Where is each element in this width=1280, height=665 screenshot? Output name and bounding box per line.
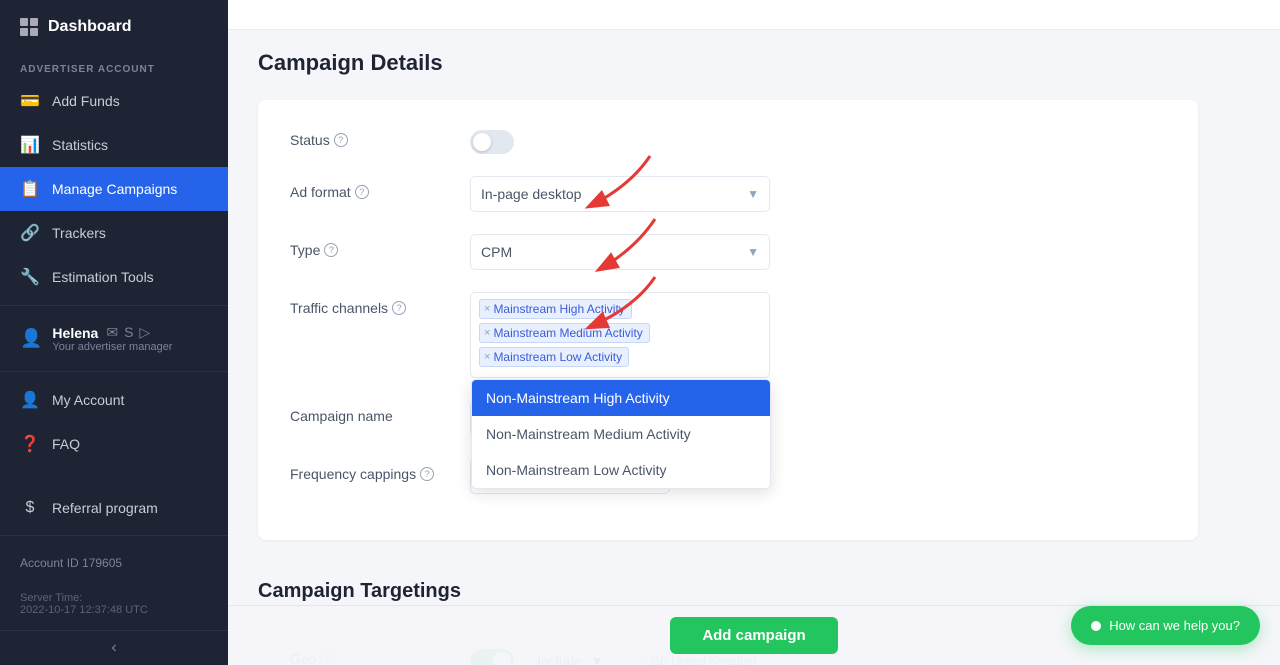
- sidebar-item-label: Manage Campaigns: [52, 181, 177, 197]
- server-time-label: Server Time: 2022-10-17 12:37:48 UTC: [0, 584, 228, 630]
- traffic-channels-control: × Mainstream High Activity × Mainstream …: [470, 292, 1166, 378]
- frequency-help-icon[interactable]: ?: [420, 467, 434, 481]
- traffic-tag-medium: × Mainstream Medium Activity: [479, 323, 650, 343]
- sidebar-item-my-account[interactable]: 👤 My Account: [0, 378, 228, 422]
- sidebar-item-label: Trackers: [52, 225, 106, 241]
- status-row: Status ?: [290, 124, 1166, 154]
- traffic-tags-list: × Mainstream High Activity × Mainstream …: [479, 299, 761, 367]
- sidebar-item-manage-campaigns[interactable]: 📋 Manage Campaigns: [0, 167, 228, 211]
- add-campaign-button[interactable]: Add campaign: [670, 617, 837, 654]
- account-id: Account ID 179605: [0, 542, 228, 584]
- estimation-tools-icon: 🔧: [20, 267, 40, 287]
- type-row: Type ? CPM ▼: [290, 234, 1166, 270]
- frequency-cappings-label: Frequency cappings ?: [290, 458, 450, 482]
- remove-high-icon[interactable]: ×: [484, 303, 490, 315]
- page-title: Campaign Details: [258, 30, 1198, 100]
- manager-avatar-icon: 👤: [20, 328, 42, 349]
- status-label: Status ?: [290, 124, 450, 148]
- chevron-down-icon: ▼: [747, 187, 759, 201]
- dropdown-item-non-medium[interactable]: Non-Mainstream Medium Activity: [472, 416, 770, 452]
- ad-format-control: In-page desktop ▼: [470, 176, 1166, 212]
- sidebar-divider: [0, 305, 228, 306]
- traffic-tag-high: × Mainstream High Activity: [479, 299, 632, 319]
- top-bar: [228, 0, 1280, 30]
- traffic-tag-label: Mainstream High Activity: [493, 302, 624, 316]
- sidebar-dashboard-label: Dashboard: [48, 18, 132, 36]
- sidebar-manager: 👤 Helena ✉ S ▷ Your advertiser manager: [0, 312, 228, 365]
- sidebar-item-trackers[interactable]: 🔗 Trackers: [0, 211, 228, 255]
- telegram-icon[interactable]: ▷: [139, 324, 150, 341]
- status-help-icon[interactable]: ?: [334, 133, 348, 147]
- manager-role-label: Your advertiser manager: [52, 341, 172, 353]
- sidebar-collapse-button[interactable]: ‹: [0, 630, 228, 665]
- skype-icon[interactable]: S: [124, 324, 133, 341]
- sidebar-item-faq[interactable]: ❓ FAQ: [0, 422, 228, 466]
- ad-format-value: In-page desktop: [481, 186, 581, 202]
- status-toggle[interactable]: [470, 130, 514, 154]
- traffic-channels-row: Traffic channels ? × Mainstream High Act…: [290, 292, 1166, 378]
- dropdown-item-non-low[interactable]: Non-Mainstream Low Activity: [472, 452, 770, 488]
- status-toggle-control: [470, 124, 1166, 154]
- sidebar-divider-3: [0, 535, 228, 536]
- chat-online-dot: [1091, 621, 1101, 631]
- sidebar-bottom: $ Referral program Account ID 179605 Ser…: [0, 487, 228, 665]
- grid-icon: [20, 18, 38, 36]
- email-icon[interactable]: ✉: [106, 324, 118, 341]
- sidebar-item-estimation-tools[interactable]: 🔧 Estimation Tools: [0, 255, 228, 299]
- toggle-knob: [473, 133, 491, 151]
- sidebar-item-label: Add Funds: [52, 93, 120, 109]
- ad-format-label: Ad format ?: [290, 176, 450, 200]
- remove-medium-icon[interactable]: ×: [484, 327, 490, 339]
- sidebar-section-label: ADVERTISER ACCOUNT: [0, 54, 228, 79]
- type-help-icon[interactable]: ?: [324, 243, 338, 257]
- sidebar-item-statistics[interactable]: 📊 Statistics: [0, 123, 228, 167]
- traffic-tag-label: Mainstream Low Activity: [493, 350, 622, 364]
- traffic-tag-low: × Mainstream Low Activity: [479, 347, 629, 367]
- traffic-channels-help-icon[interactable]: ?: [392, 301, 406, 315]
- type-label: Type ?: [290, 234, 450, 258]
- traffic-channels-label: Traffic channels ?: [290, 292, 450, 316]
- add-funds-icon: 💳: [20, 91, 40, 111]
- type-control: CPM ▼: [470, 234, 1166, 270]
- chat-widget[interactable]: How can we help you?: [1071, 606, 1260, 645]
- sidebar-item-dashboard[interactable]: Dashboard: [0, 0, 228, 54]
- sidebar-item-label: Estimation Tools: [52, 269, 154, 285]
- main-content: Campaign Details Status ? Ad format: [228, 0, 1280, 665]
- chat-label: How can we help you?: [1109, 618, 1240, 633]
- faq-icon: ❓: [20, 434, 40, 454]
- sidebar-item-referral[interactable]: $ Referral program: [0, 487, 228, 529]
- campaign-details-section: Status ? Ad format ? In-page desktop: [258, 100, 1198, 540]
- sidebar-divider-2: [0, 371, 228, 372]
- ad-format-row: Ad format ? In-page desktop ▼: [290, 176, 1166, 212]
- campaign-name-label: Campaign name: [290, 400, 450, 424]
- statistics-icon: 📊: [20, 135, 40, 155]
- chevron-left-icon: ‹: [111, 639, 116, 657]
- ad-format-help-icon[interactable]: ?: [355, 185, 369, 199]
- type-select[interactable]: CPM ▼: [470, 234, 770, 270]
- remove-low-icon[interactable]: ×: [484, 351, 490, 363]
- manager-contact-icons: ✉ S ▷: [106, 324, 150, 341]
- ad-format-select[interactable]: In-page desktop ▼: [470, 176, 770, 212]
- chevron-down-icon-2: ▼: [747, 245, 759, 259]
- trackers-icon: 🔗: [20, 223, 40, 243]
- manager-name: Helena: [52, 325, 98, 341]
- dropdown-item-non-high[interactable]: Non-Mainstream High Activity: [472, 380, 770, 416]
- traffic-channels-dropdown: Non-Mainstream High Activity Non-Mainstr…: [471, 379, 771, 489]
- manage-campaigns-icon: 📋: [20, 179, 40, 199]
- type-value: CPM: [481, 244, 512, 260]
- traffic-tag-label: Mainstream Medium Activity: [493, 326, 642, 340]
- referral-icon: $: [20, 499, 40, 517]
- sidebar-item-label: FAQ: [52, 436, 80, 452]
- sidebar-item-label: Statistics: [52, 137, 108, 153]
- sidebar-item-add-funds[interactable]: 💳 Add Funds: [0, 79, 228, 123]
- sidebar-item-label: Referral program: [52, 500, 158, 516]
- traffic-channels-multiselect[interactable]: × Mainstream High Activity × Mainstream …: [470, 292, 770, 378]
- sidebar: Dashboard ADVERTISER ACCOUNT 💳 Add Funds…: [0, 0, 228, 665]
- my-account-icon: 👤: [20, 390, 40, 410]
- sidebar-item-label: My Account: [52, 392, 124, 408]
